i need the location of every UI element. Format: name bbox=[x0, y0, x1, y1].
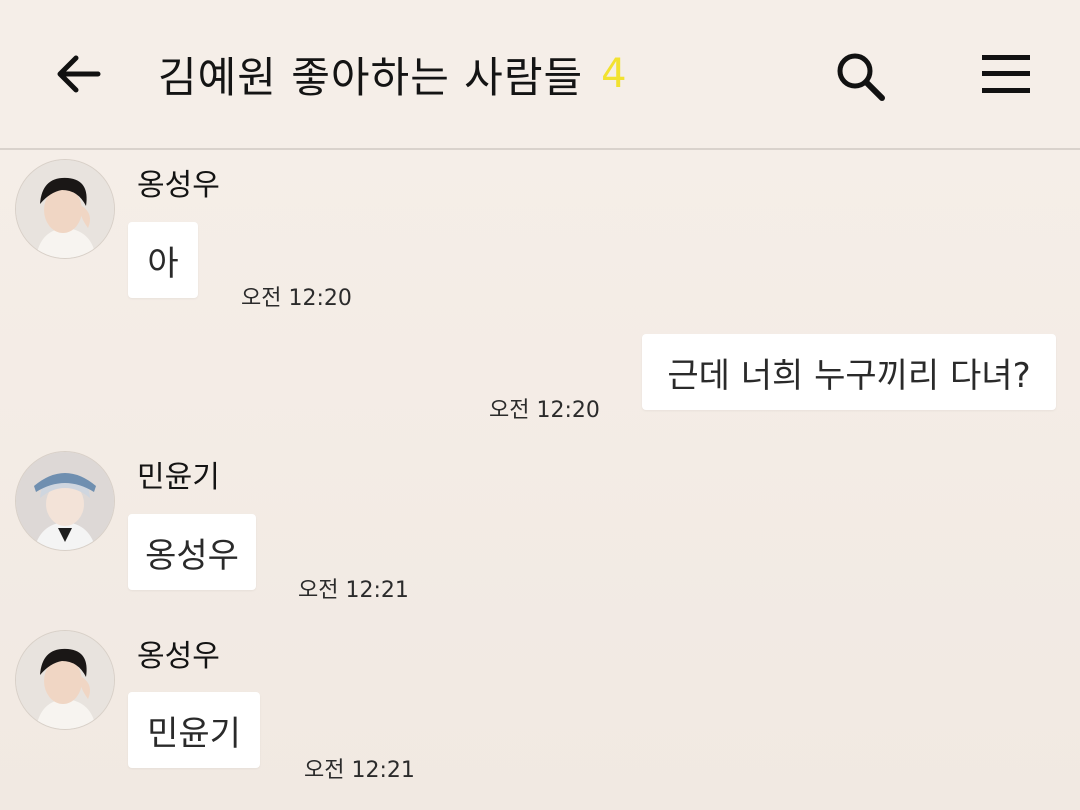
chat-header: 김예원 좋아하는 사람들 4 bbox=[0, 0, 1080, 150]
menu-icon[interactable] bbox=[980, 52, 1032, 96]
sender-name: 민윤기 bbox=[137, 460, 220, 495]
sender-name: 옹성우 bbox=[137, 168, 220, 203]
outgoing-message-bubble[interactable]: 근데 너희 누구끼리 다녀? bbox=[642, 334, 1056, 410]
profile-photo-icon bbox=[16, 452, 114, 550]
message-bubble[interactable]: 민윤기 bbox=[128, 692, 260, 768]
chat-title: 김예원 좋아하는 사람들 bbox=[158, 52, 584, 102]
avatar-ong-seongwu[interactable] bbox=[15, 630, 115, 730]
message-time: 오전 12:21 bbox=[298, 578, 409, 603]
member-count: 4 bbox=[601, 51, 627, 97]
message-time: 오전 12:21 bbox=[304, 758, 415, 783]
avatar-min-yoongi[interactable] bbox=[15, 451, 115, 551]
sender-name: 옹성우 bbox=[137, 639, 220, 674]
avatar-ong-seongwu[interactable] bbox=[15, 159, 115, 259]
message-bubble[interactable]: 옹성우 bbox=[128, 514, 256, 590]
search-icon[interactable] bbox=[832, 48, 888, 104]
profile-photo-icon bbox=[16, 160, 114, 258]
chat-screen: 김예원 좋아하는 사람들 4 옹성우 아 오전 12:20 근데 너희 누구끼리… bbox=[0, 0, 1080, 810]
message-bubble[interactable]: 아 bbox=[128, 222, 198, 298]
chat-title-group: 김예원 좋아하는 사람들 4 bbox=[158, 44, 627, 104]
back-arrow-icon[interactable] bbox=[52, 48, 104, 100]
profile-photo-icon bbox=[16, 631, 114, 729]
message-time: 오전 12:20 bbox=[489, 398, 600, 423]
message-time: 오전 12:20 bbox=[241, 286, 352, 311]
